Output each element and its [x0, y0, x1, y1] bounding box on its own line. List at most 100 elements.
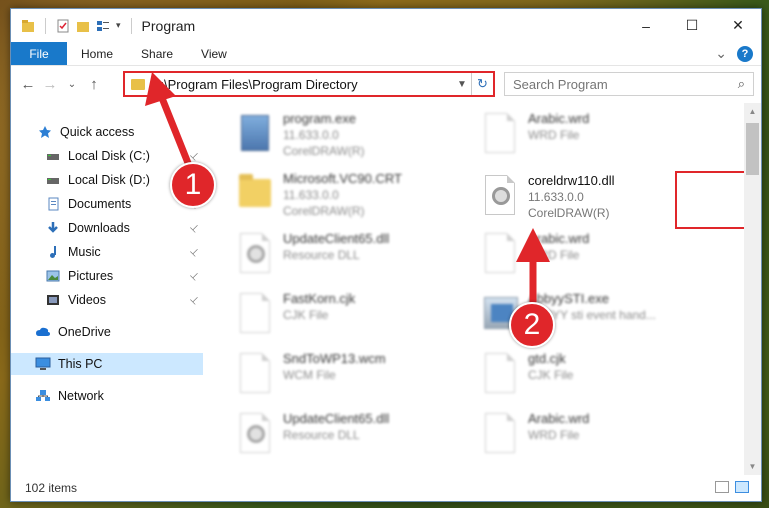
ribbon-right-controls: ⌄ ?	[715, 45, 753, 62]
sidebar-item-label: Network	[58, 389, 104, 403]
file-item[interactable]: UpdateClient65.dll Resource DLL	[237, 411, 467, 459]
forward-button[interactable]: →	[39, 76, 61, 93]
file-detail: Resource DLL	[283, 428, 360, 442]
file-detail: WRD File	[528, 248, 580, 262]
file-info: Arabic.wrd WRD File	[528, 411, 589, 443]
file-name: Arabic.wrd	[528, 111, 590, 126]
sidebar-item-label: Music	[68, 245, 101, 259]
address-dropdown-chevron-icon[interactable]: ▼	[453, 79, 471, 90]
folder-icon	[131, 78, 145, 90]
file-item[interactable]: gtd.cjk CJK File	[482, 351, 712, 399]
file-name: Microsoft.VC90.CRT	[283, 171, 402, 186]
help-icon[interactable]: ?	[737, 45, 753, 62]
sidebar-item-label: Documents	[68, 197, 132, 211]
vertical-scrollbar[interactable]: ▲ ▼	[744, 103, 761, 475]
document-icon	[482, 411, 518, 455]
item-count: 102 items	[25, 481, 78, 495]
search-icon[interactable]: ⌕	[738, 76, 745, 92]
tab-share[interactable]: Share	[127, 42, 187, 65]
pin-icon: ⊥	[187, 269, 202, 283]
file-detail: WRD File	[528, 428, 580, 442]
computer-icon	[35, 357, 51, 371]
file-detail: WCM File	[283, 368, 336, 382]
pin-icon: ⊥	[187, 149, 202, 163]
sidebar-item-pictures[interactable]: Pictures ⊥	[11, 265, 203, 287]
sidebar-item-label: Quick access	[60, 125, 135, 139]
file-name: Arabic.wrd	[528, 411, 590, 426]
sidebar-item-this-pc[interactable]: This PC	[11, 353, 203, 375]
close-button[interactable]: ✕	[715, 9, 761, 42]
dll-gear-icon	[237, 411, 273, 455]
file-item[interactable]: program.exe 11.633.0.0 CorelDRAW(R)	[237, 111, 467, 159]
tiles-view-icon[interactable]	[735, 481, 749, 493]
address-bar[interactable]: C:\Program Files\Program Directory ▼ ↻	[123, 71, 495, 97]
file-info: Arabic.wrd WRD File	[528, 111, 589, 143]
sidebar-item-quick-access[interactable]: Quick access	[11, 121, 203, 143]
title-bar: ▾ Program – ☐ ✕	[11, 9, 761, 42]
pin-icon: ⊥	[187, 293, 202, 307]
file-name: SndToWP13.wcm	[283, 351, 386, 366]
address-path[interactable]: C:\Program Files\Program Directory	[151, 77, 453, 92]
document-icon	[482, 111, 518, 155]
window-controls: – ☐ ✕	[623, 9, 761, 42]
pin-icon: ⊥	[187, 221, 202, 235]
folder-icon	[237, 171, 273, 215]
file-item[interactable]: Arabic.wrd WRD File	[482, 411, 712, 459]
documents-icon	[45, 197, 61, 211]
scroll-down-arrow-icon[interactable]: ▼	[744, 458, 761, 475]
file-info: coreldrw110.dll 11.633.0.0 CorelDRAW(R)	[528, 173, 614, 221]
file-name: program.exe	[283, 111, 356, 126]
file-item[interactable]: UpdateClient65.dll Resource DLL	[237, 231, 467, 279]
file-name: gtd.cjk	[528, 351, 566, 366]
up-button[interactable]: ↑	[83, 76, 105, 93]
expand-ribbon-chevron-icon[interactable]: ⌄	[715, 45, 727, 62]
tab-view[interactable]: View	[187, 42, 241, 65]
refresh-icon[interactable]: ↻	[471, 73, 493, 95]
scroll-up-arrow-icon[interactable]: ▲	[744, 103, 761, 120]
file-info: UpdateClient65.dll Resource DLL	[283, 411, 389, 443]
document-icon	[482, 351, 518, 395]
drive-icon	[45, 149, 61, 163]
recent-locations-chevron-icon[interactable]: ⌄	[61, 79, 83, 90]
sidebar-item-network[interactable]: Network	[11, 385, 203, 407]
sidebar-item-downloads[interactable]: Downloads ⊥	[11, 217, 203, 239]
sidebar-item-local-disk-c[interactable]: Local Disk (C:) ⊥	[11, 145, 203, 167]
back-button[interactable]: ←	[17, 76, 39, 93]
file-detail: Resource DLL	[283, 248, 360, 262]
status-bar: 102 items	[11, 475, 761, 501]
file-detail: CorelDRAW(R)	[283, 144, 365, 158]
file-info: Arabic.wrd WRD File	[528, 231, 589, 263]
file-item[interactable]: Arabic.wrd WRD File	[482, 231, 712, 279]
tab-file[interactable]: File	[11, 42, 67, 65]
details-view-icon[interactable]	[715, 481, 729, 493]
file-info: FastKorn.cjk CJK File	[283, 291, 355, 323]
file-item[interactable]: coreldrw110.dll 11.633.0.0 CorelDRAW(R)	[482, 173, 712, 221]
minimize-button[interactable]: –	[623, 9, 669, 42]
file-name: Arabic.wrd	[528, 231, 590, 246]
search-input[interactable]	[513, 76, 713, 92]
scroll-thumb[interactable]	[746, 123, 759, 175]
sidebar-item-label: Pictures	[68, 269, 114, 283]
file-item[interactable]: FastKorn.cjk CJK File	[237, 291, 467, 339]
pin-icon: ⊥	[187, 245, 202, 259]
file-item[interactable]: Arabic.wrd WRD File	[482, 111, 712, 159]
file-detail: CJK File	[283, 308, 329, 322]
search-box[interactable]: ⌕	[504, 72, 754, 96]
file-item[interactable]: Microsoft.VC90.CRT 11.633.0.0 CorelDRAW(R)	[237, 171, 467, 219]
maximize-button[interactable]: ☐	[669, 9, 715, 42]
view-options-icon[interactable]	[96, 19, 110, 33]
sidebar-item-videos[interactable]: Videos ⊥	[11, 289, 203, 311]
new-folder-icon[interactable]	[76, 19, 90, 33]
sidebar-item-onedrive[interactable]: OneDrive	[11, 321, 203, 343]
file-detail: 11.633.0.0	[528, 190, 584, 204]
tab-home[interactable]: Home	[67, 42, 127, 65]
step-2-badge: 2	[509, 302, 555, 348]
star-icon	[37, 125, 53, 139]
customize-qa-chevron-icon[interactable]: ▾	[116, 20, 121, 31]
sidebar-item-label: Local Disk (C:)	[68, 149, 150, 163]
file-info: UpdateClient65.dll Resource DLL	[283, 231, 389, 263]
file-item[interactable]: SndToWP13.wcm WCM File	[237, 351, 467, 399]
properties-icon[interactable]	[56, 19, 70, 33]
cloud-icon	[35, 325, 51, 339]
sidebar-item-music[interactable]: Music ⊥	[11, 241, 203, 263]
